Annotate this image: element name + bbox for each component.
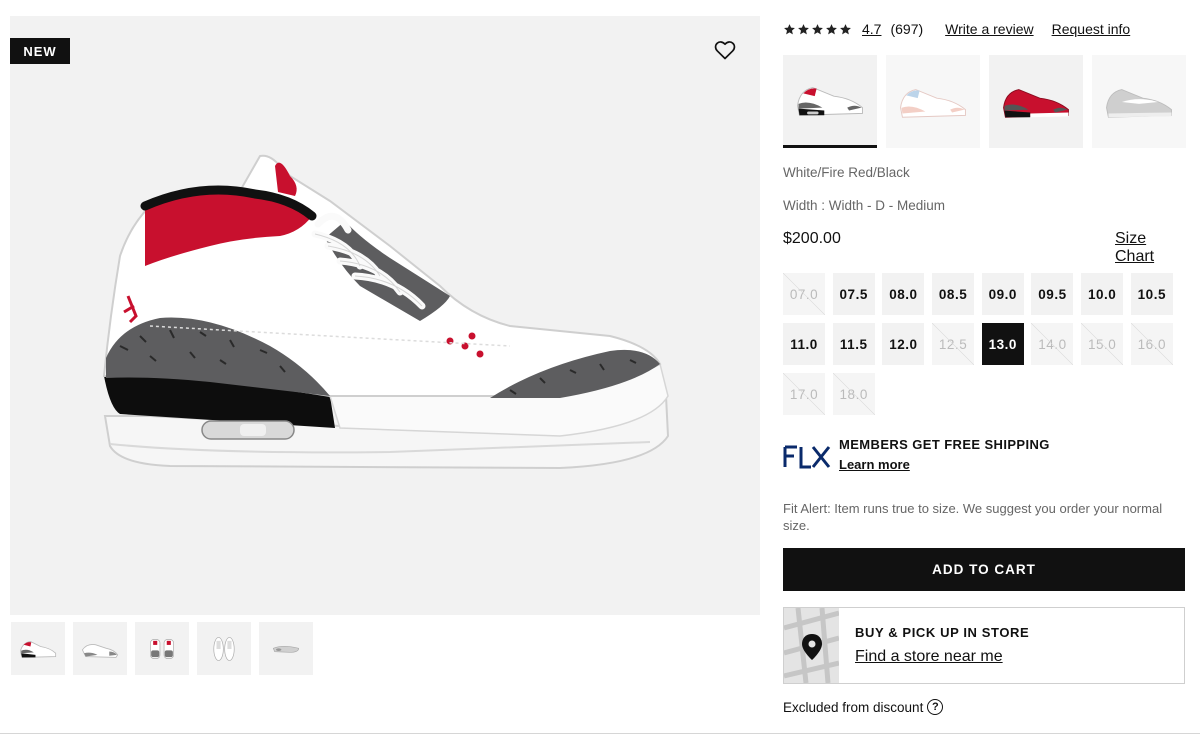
sneaker-variant-icon — [900, 88, 966, 118]
sneaker-image — [102, 154, 670, 470]
flx-logo-icon — [783, 445, 831, 469]
size-option[interactable]: 08.0 — [882, 273, 925, 315]
fit-alert: Fit Alert: Item runs true to size. We su… — [783, 501, 1163, 533]
rating-value-link[interactable]: 4.7 — [862, 21, 881, 37]
sneaker-thumb-icon — [19, 640, 57, 658]
size-option: 17.0 — [783, 373, 825, 415]
size-option: 15.0 — [1081, 323, 1124, 365]
size-chart-link[interactable]: Size Chart — [1115, 230, 1185, 266]
size-option: 12.5 — [932, 323, 975, 365]
thumbnail-1[interactable] — [11, 622, 65, 675]
add-to-cart-button[interactable]: ADD TO CART — [783, 548, 1185, 591]
size-option[interactable]: 09.0 — [981, 273, 1024, 315]
size-option: 07.0 — [783, 273, 825, 315]
product-hero-image: NEW — [10, 16, 760, 615]
store-pickup-box: BUY & PICK UP IN STORE Find a store near… — [783, 607, 1185, 684]
size-option[interactable]: 10.5 — [1130, 273, 1173, 315]
size-option: 16.0 — [1130, 323, 1173, 365]
excluded-discount-note: Excluded from discount ? — [783, 699, 944, 715]
thumbnail-strip — [11, 622, 313, 675]
sneaker-thumb-icon — [272, 645, 300, 653]
write-review-link[interactable]: Write a review — [945, 21, 1033, 37]
help-icon[interactable]: ? — [927, 699, 944, 715]
divider — [0, 733, 1200, 734]
learn-more-link[interactable]: Learn more — [839, 457, 910, 472]
thumbnail-5[interactable] — [259, 622, 313, 675]
excluded-label: Excluded from discount — [783, 699, 924, 715]
size-option[interactable]: 13.0 — [981, 323, 1024, 365]
variant-red-cement[interactable] — [989, 55, 1083, 148]
colorway-label: White/Fire Red/Black — [783, 165, 910, 180]
size-option[interactable]: 10.0 — [1081, 273, 1124, 315]
variant-white-fire-red-black[interactable] — [783, 55, 877, 148]
size-option[interactable]: 11.5 — [832, 323, 875, 365]
map-icon — [784, 608, 839, 683]
sneaker-variant-icon — [797, 87, 863, 116]
thumbnail-4[interactable] — [197, 622, 251, 675]
size-option[interactable]: 08.5 — [932, 273, 975, 315]
star-icon — [812, 23, 823, 34]
variant-white-pink[interactable] — [886, 55, 980, 148]
promo-title: MEMBERS GET FREE SHIPPING — [839, 437, 1050, 452]
sneaker-variant-icon — [1003, 88, 1069, 118]
flx-promo: MEMBERS GET FREE SHIPPING Learn more — [783, 437, 1050, 474]
favorite-button[interactable] — [713, 38, 737, 62]
size-option: 18.0 — [832, 373, 875, 415]
size-option[interactable]: 11.0 — [783, 323, 825, 365]
sneaker-thumb-icon — [150, 638, 174, 659]
color-variant-selector — [783, 55, 1186, 148]
size-option[interactable]: 07.5 — [832, 273, 875, 315]
request-info-link[interactable]: Request info — [1052, 21, 1131, 37]
rating-count: (697) — [890, 21, 924, 37]
find-store-link[interactable]: Find a store near me — [855, 648, 1003, 666]
size-option[interactable]: 09.5 — [1031, 273, 1074, 315]
thumbnail-3[interactable] — [135, 622, 189, 675]
rating-stars — [783, 23, 852, 36]
new-badge: NEW — [10, 38, 70, 64]
star-icon — [826, 23, 837, 34]
sneaker-thumb-icon — [81, 643, 119, 658]
size-selector: 07.0 07.5 08.0 08.5 09.0 09.5 10.0 10.5 11.0 11.5… — [783, 273, 1185, 415]
size-option[interactable]: 12.0 — [882, 323, 925, 365]
product-price: $200.00 — [783, 230, 841, 247]
width-label: Width : Width - D - Medium — [783, 198, 946, 213]
sneaker-variant-icon — [1106, 88, 1172, 118]
star-icon — [798, 23, 809, 34]
thumbnail-2[interactable] — [73, 622, 127, 675]
star-icon — [784, 23, 795, 34]
size-option: 14.0 — [1031, 323, 1074, 365]
star-icon — [840, 23, 851, 34]
rating-row: 4.7 (697) Write a review Request info — [783, 21, 1130, 37]
sneaker-thumb-icon — [213, 636, 235, 661]
pickup-title: BUY & PICK UP IN STORE — [855, 625, 1030, 640]
heart-outline-icon — [714, 41, 736, 60]
variant-grey[interactable] — [1092, 55, 1186, 148]
